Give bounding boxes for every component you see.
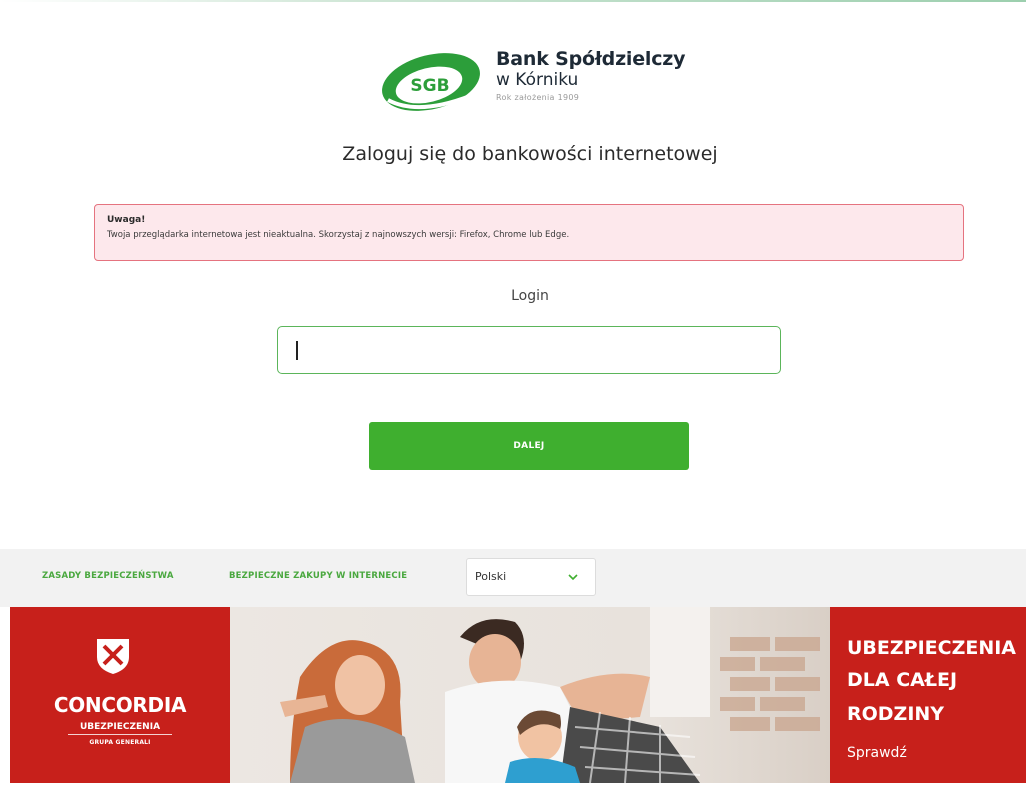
concordia-sub: UBEZPIECZENIA — [79, 722, 161, 732]
bank-logo: SGB Bank Spółdzielczy w Kórniku Rok zało… — [378, 44, 698, 120]
browser-warning: Uwaga! Twoja przeglądarka internetowa je… — [94, 204, 964, 261]
top-accent-line — [0, 0, 1026, 2]
headline-line-1: UBEZPIECZENIA — [847, 637, 1017, 659]
text-caret — [296, 341, 298, 360]
login-field[interactable] — [277, 326, 781, 374]
headline-line-2: DLA CAŁEJ — [847, 669, 958, 691]
bank-founded: Rok założenia 1909 — [496, 93, 580, 102]
warning-message: Twoja przeglądarka internetowa jest niea… — [107, 230, 570, 240]
bank-city: w Kórniku — [496, 70, 579, 90]
security-rules-link[interactable]: ZASADY BEZPIECZEŃSTWA — [42, 571, 174, 581]
warning-title: Uwaga! — [107, 215, 146, 225]
headline-line-3: RODZINY — [847, 703, 945, 725]
footer-bar: ZASADY BEZPIECZEŃSTWA BEZPIECZNE ZAKUPY … — [0, 549, 1026, 607]
bank-name: Bank Spółdzielczy — [496, 48, 686, 70]
concordia-name: CONCORDIA — [53, 693, 187, 717]
page-title: Zaloguj się do bankowości internetowej — [342, 143, 718, 165]
language-select[interactable]: Polski — [466, 558, 596, 596]
concordia-divider — [68, 734, 172, 735]
banner-headline-panel: UBEZPIECZENIA DLA CAŁEJ RODZINY Sprawdź — [830, 607, 1026, 783]
concordia-crest-icon — [97, 639, 129, 674]
logo-mark-text: SGB — [410, 76, 449, 96]
family-photo — [230, 607, 830, 783]
language-value: Polski — [475, 570, 507, 583]
chevron-down-icon — [568, 574, 578, 581]
concordia-brand-panel: CONCORDIA UBEZPIECZENIA GRUPA GENERALI — [10, 607, 230, 783]
logo-text: Bank Spółdzielczy w Kórniku Rok założeni… — [496, 48, 686, 102]
insurance-banner[interactable]: CONCORDIA UBEZPIECZENIA GRUPA GENERALI U… — [10, 607, 1026, 783]
concordia-group: GRUPA GENERALI — [89, 739, 151, 746]
safe-shopping-link[interactable]: BEZPIECZNE ZAKUPY W INTERNECIE — [229, 571, 407, 581]
banner-cta-link[interactable]: Sprawdź — [847, 745, 907, 761]
next-button[interactable]: DALEJ — [369, 422, 689, 470]
sgb-logo-mark: SGB — [382, 53, 480, 111]
login-label: Login — [511, 288, 549, 304]
